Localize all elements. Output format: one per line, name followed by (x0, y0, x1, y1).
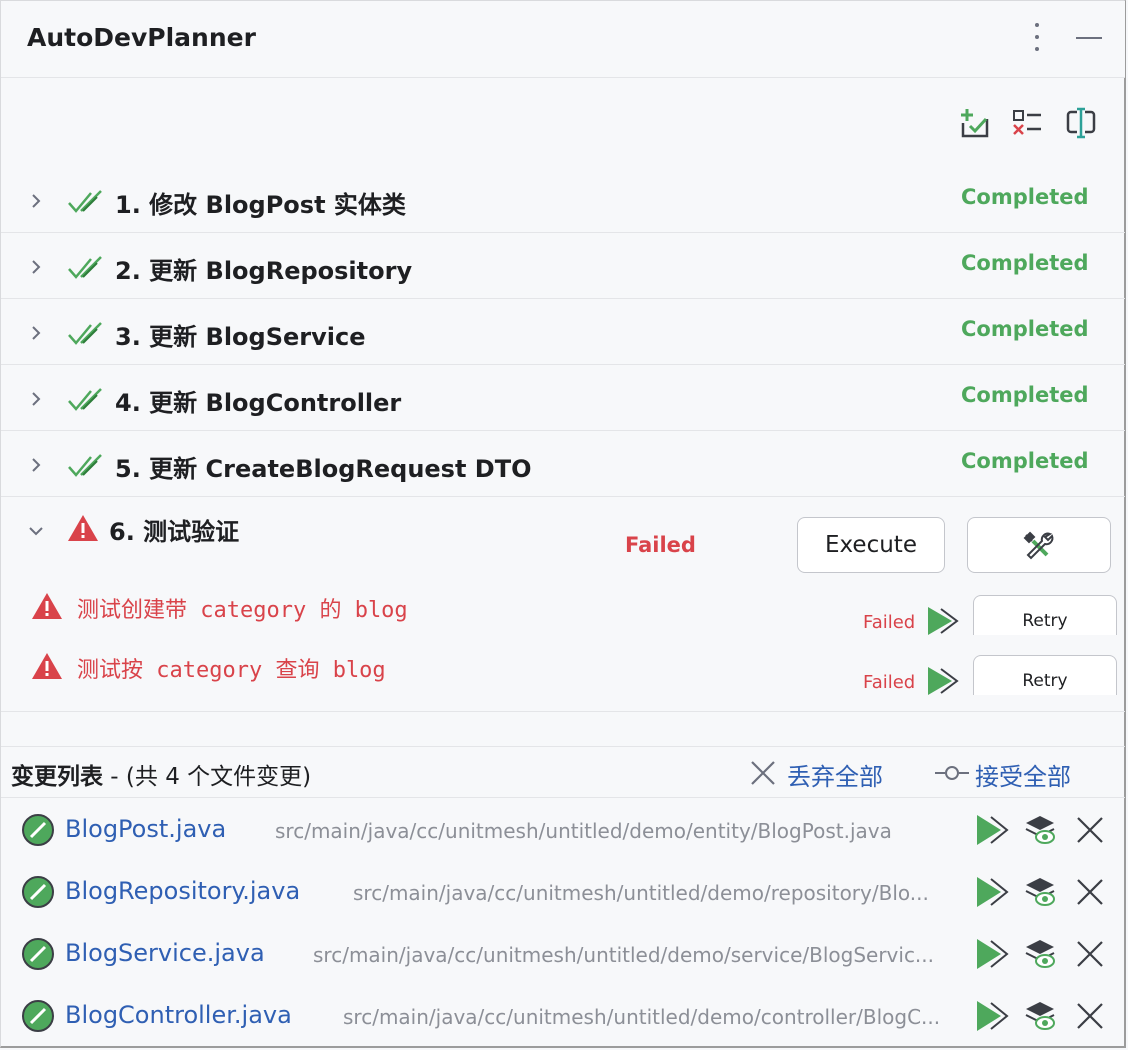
failed-task: 6. 测试验证 Failed Execute 测试创建带 category 的 … (1, 498, 1125, 712)
task-row[interactable]: 4. 更新 BlogController Completed (1, 366, 1125, 431)
file-change-icon (22, 1000, 54, 1032)
task-title: 3. 更新 BlogService (115, 323, 366, 351)
double-check-icon (68, 190, 102, 213)
view-diff-icon[interactable] (1023, 813, 1057, 847)
task-row[interactable]: 2. 更新 BlogRepository Completed (1, 234, 1125, 299)
task-status: Completed (961, 449, 1089, 473)
task-title: 5. 更新 CreateBlogRequest DTO (115, 455, 532, 483)
task-status: Completed (961, 251, 1089, 275)
apply-icon[interactable] (975, 813, 1009, 847)
changes-count: - (共 4 个文件变更) (103, 764, 312, 790)
close-icon[interactable] (749, 759, 777, 787)
double-check-icon (68, 454, 102, 477)
accept-all-link[interactable]: 接受全部 (975, 757, 1071, 792)
more-options-icon[interactable] (1028, 21, 1046, 53)
subtask-status: Failed (863, 672, 916, 693)
close-icon[interactable] (1073, 875, 1107, 909)
task-title: 2. 更新 BlogRepository (115, 257, 413, 285)
chevron-right-icon[interactable] (29, 458, 43, 472)
subtask-title: 测试创建带 category 的 blog (77, 598, 408, 623)
warning-icon (32, 593, 62, 619)
file-path: src/main/java/cc/unitmesh/untitled/demo/… (343, 1005, 941, 1029)
double-check-icon (68, 322, 102, 345)
file-change-icon (22, 876, 54, 908)
retry-button[interactable]: Retry (973, 655, 1117, 695)
chevron-right-icon[interactable] (29, 392, 43, 406)
task-status: Completed (961, 185, 1089, 209)
subtask-status: Failed (863, 612, 916, 633)
file-change-icon (22, 814, 54, 846)
subtask-row: 测试创建带 category 的 blog Failed Retry (1, 588, 1125, 648)
text-cursor-icon[interactable] (1065, 107, 1097, 139)
warning-icon (32, 653, 62, 679)
run-icon[interactable] (925, 666, 961, 696)
title-bar: AutoDevPlanner (1, 1, 1125, 78)
execute-button[interactable]: Execute (797, 517, 945, 573)
task-status: Failed (625, 533, 696, 557)
task-status: Completed (961, 317, 1089, 341)
view-diff-icon[interactable] (1023, 875, 1057, 909)
wrench-screwdriver-icon (1023, 531, 1054, 560)
view-diff-icon[interactable] (1023, 937, 1057, 971)
retry-button[interactable]: Retry (973, 595, 1117, 635)
close-icon[interactable] (1073, 813, 1107, 847)
subtask-title: 测试按 category 查询 blog (77, 658, 386, 683)
changes-title: 变更列表 - (共 4 个文件变更) (11, 757, 311, 791)
file-change-icon (22, 938, 54, 970)
task-status: Completed (961, 383, 1089, 407)
double-check-icon (68, 256, 102, 279)
view-diff-icon[interactable] (1023, 999, 1057, 1033)
file-name-link[interactable]: BlogPost.java (65, 815, 226, 843)
close-icon[interactable] (1073, 937, 1107, 971)
apply-icon[interactable] (975, 937, 1009, 971)
file-path: src/main/java/cc/unitmesh/untitled/demo/… (313, 943, 935, 967)
file-row: BlogService.java src/main/java/cc/unitme… (1, 923, 1125, 985)
chevron-right-icon[interactable] (29, 260, 43, 274)
add-task-icon[interactable] (959, 107, 991, 139)
double-check-icon (68, 388, 102, 411)
chevron-right-icon[interactable] (29, 326, 43, 340)
discard-all-link[interactable]: 丢弃全部 (787, 757, 883, 792)
file-name-link[interactable]: BlogController.java (65, 1001, 292, 1029)
file-row: BlogController.java src/main/java/cc/uni… (1, 985, 1125, 1047)
commit-icon[interactable] (935, 759, 969, 787)
file-path: src/main/java/cc/unitmesh/untitled/demo/… (353, 881, 929, 905)
close-icon[interactable] (1073, 999, 1107, 1033)
warning-icon (68, 515, 98, 541)
file-row: BlogRepository.java src/main/java/cc/uni… (1, 861, 1125, 923)
task-row[interactable]: 3. 更新 BlogService Completed (1, 300, 1125, 365)
changes-title-text: 变更列表 (11, 764, 103, 790)
file-name-link[interactable]: BlogService.java (65, 939, 265, 967)
task-title: 6. 测试验证 (109, 518, 240, 546)
tool-window: AutoDevPlanner 1. 修改 BlogPost 实体类 Comple… (0, 0, 1126, 1048)
task-row[interactable]: 5. 更新 CreateBlogRequest DTO Completed (1, 432, 1125, 497)
file-row: BlogPost.java src/main/java/cc/unitmesh/… (1, 799, 1125, 861)
run-icon[interactable] (925, 606, 961, 636)
apply-icon[interactable] (975, 875, 1009, 909)
chevron-right-icon[interactable] (29, 194, 43, 208)
subtask-row: 测试按 category 查询 blog Failed Retry (1, 648, 1125, 708)
file-path: src/main/java/cc/unitmesh/untitled/demo/… (275, 819, 892, 843)
fix-button[interactable] (967, 517, 1111, 573)
minimize-icon[interactable] (1075, 25, 1103, 49)
apply-icon[interactable] (975, 999, 1009, 1033)
task-title: 1. 修改 BlogPost 实体类 (115, 191, 406, 219)
chevron-down-icon[interactable] (29, 524, 43, 538)
checklist-icon[interactable] (1011, 107, 1043, 139)
changes-header: 变更列表 - (共 4 个文件变更) 丢弃全部 接受全部 (1, 746, 1125, 798)
file-name-link[interactable]: BlogRepository.java (65, 877, 300, 905)
window-title: AutoDevPlanner (27, 23, 256, 52)
task-row[interactable]: 1. 修改 BlogPost 实体类 Completed (1, 168, 1125, 233)
task-title: 4. 更新 BlogController (115, 389, 402, 417)
